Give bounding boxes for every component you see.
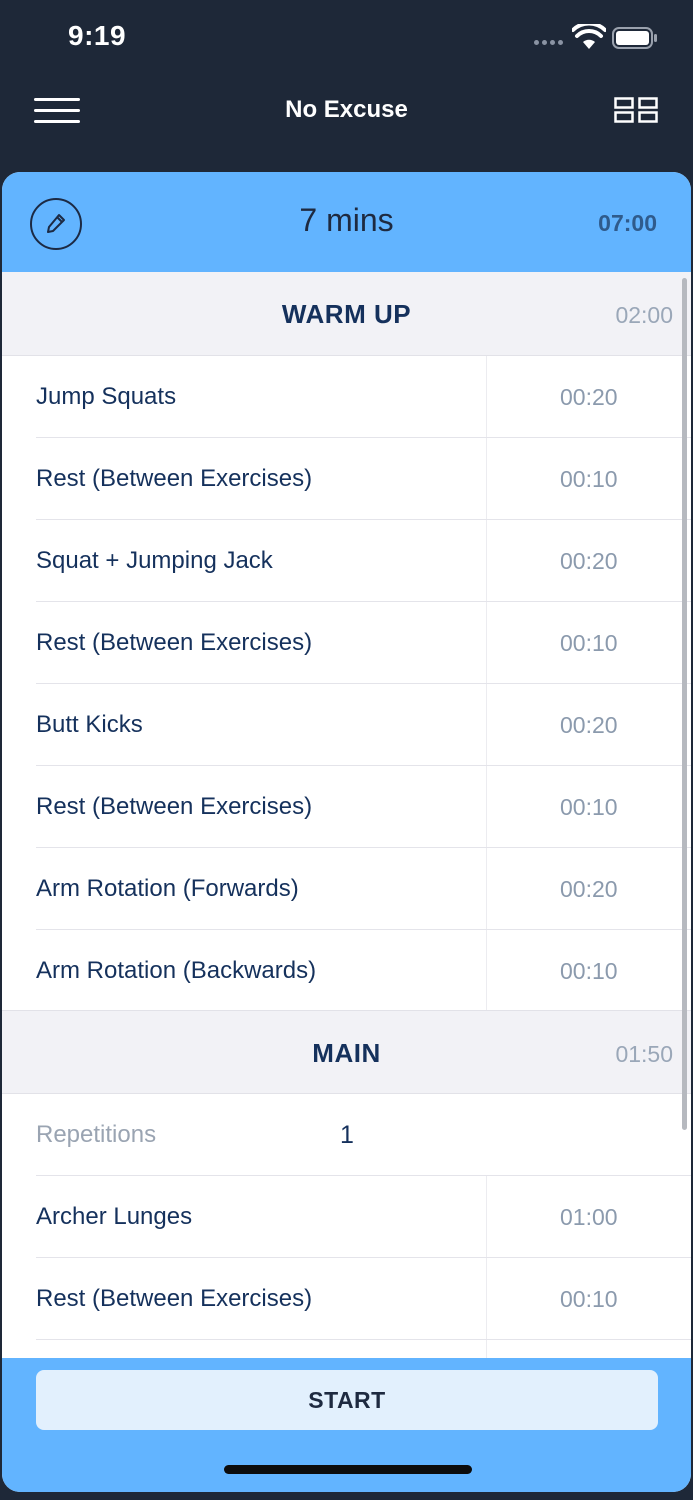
exercise-row[interactable]: Butt Kicks 00:20	[2, 684, 691, 766]
grid-icon[interactable]	[614, 97, 658, 123]
repetitions-label: Repetitions	[36, 1121, 157, 1148]
workout-header: 7 mins 07:00	[2, 172, 691, 272]
exercise-row[interactable]: Rest (Between Exercises) 00:10	[2, 602, 691, 684]
scrollbar[interactable]	[682, 278, 687, 1130]
exercise-name: Rest (Between Exercises)	[36, 1285, 313, 1312]
exercise-time: 00:10	[560, 958, 618, 984]
exercise-time: 00:20	[560, 876, 618, 902]
exercise-row-partial	[2, 1340, 691, 1358]
battery-icon	[612, 27, 657, 49]
section-time: 02:00	[615, 302, 673, 328]
exercise-name: Jump Squats	[36, 383, 177, 410]
status-bar: 9:19	[0, 0, 693, 76]
exercise-row[interactable]: Rest (Between Exercises) 00:10	[2, 1258, 691, 1340]
section-title: MAIN	[312, 1038, 381, 1068]
exercise-time: 00:10	[560, 794, 618, 820]
section-time: 01:50	[615, 1041, 673, 1067]
exercise-name: Rest (Between Exercises)	[36, 793, 313, 820]
exercise-row[interactable]: Rest (Between Exercises) 00:10	[2, 766, 691, 848]
exercise-name: Archer Lunges	[36, 1203, 193, 1230]
nav-bar: No Excuse	[0, 76, 693, 148]
exercise-time: 00:20	[560, 548, 618, 574]
workout-duration-title: 7 mins	[299, 202, 394, 238]
exercise-time: 00:20	[560, 384, 618, 410]
exercise-name: Butt Kicks	[36, 711, 143, 738]
wifi-icon	[572, 24, 606, 49]
exercise-row[interactable]: Arm Rotation (Forwards) 00:20	[2, 848, 691, 930]
exercise-row[interactable]: Squat + Jumping Jack 00:20	[2, 520, 691, 602]
exercise-name: Rest (Between Exercises)	[36, 465, 313, 492]
home-indicator	[224, 1465, 472, 1474]
exercise-time: 00:20	[560, 712, 618, 738]
exercise-name: Arm Rotation (Forwards)	[36, 875, 299, 902]
exercise-row[interactable]: Rest (Between Exercises) 00:10	[2, 438, 691, 520]
exercise-name: Arm Rotation (Backwards)	[36, 957, 317, 984]
section-title: WARM UP	[281, 299, 412, 329]
section-header-warm-up: WARM UP 02:00	[2, 272, 691, 356]
exercise-row[interactable]: Jump Squats 00:20	[2, 356, 691, 438]
cellular-signal-icon	[534, 40, 563, 45]
exercise-time: 00:10	[560, 466, 618, 492]
footer: START	[2, 1358, 691, 1492]
exercise-row[interactable]: Archer Lunges 01:00	[2, 1176, 691, 1258]
exercise-name: Squat + Jumping Jack	[36, 547, 273, 574]
exercise-time: 01:00	[560, 1204, 618, 1230]
repetitions-row[interactable]: Repetitions 1	[2, 1094, 691, 1176]
exercise-row[interactable]: Arm Rotation (Backwards) 00:10	[2, 930, 691, 1012]
workout-total-time: 07:00	[598, 210, 657, 236]
start-button[interactable]: START	[36, 1370, 658, 1430]
exercise-time: 00:10	[560, 630, 618, 656]
nav-title: No Excuse	[285, 96, 408, 123]
section-header-main: MAIN 01:50	[2, 1010, 691, 1094]
workout-card: 7 mins 07:00 WARM UP 02:00 Jump Squats 0…	[2, 172, 691, 1492]
screen: 9:19 No Excuse 7 mins 07:00 WARM UP 02:0…	[0, 0, 693, 1500]
exercise-name: Rest (Between Exercises)	[36, 629, 313, 656]
status-time: 9:19	[68, 20, 127, 51]
repetitions-value[interactable]: 1	[340, 1121, 354, 1150]
exercise-time: 00:10	[560, 1286, 618, 1312]
